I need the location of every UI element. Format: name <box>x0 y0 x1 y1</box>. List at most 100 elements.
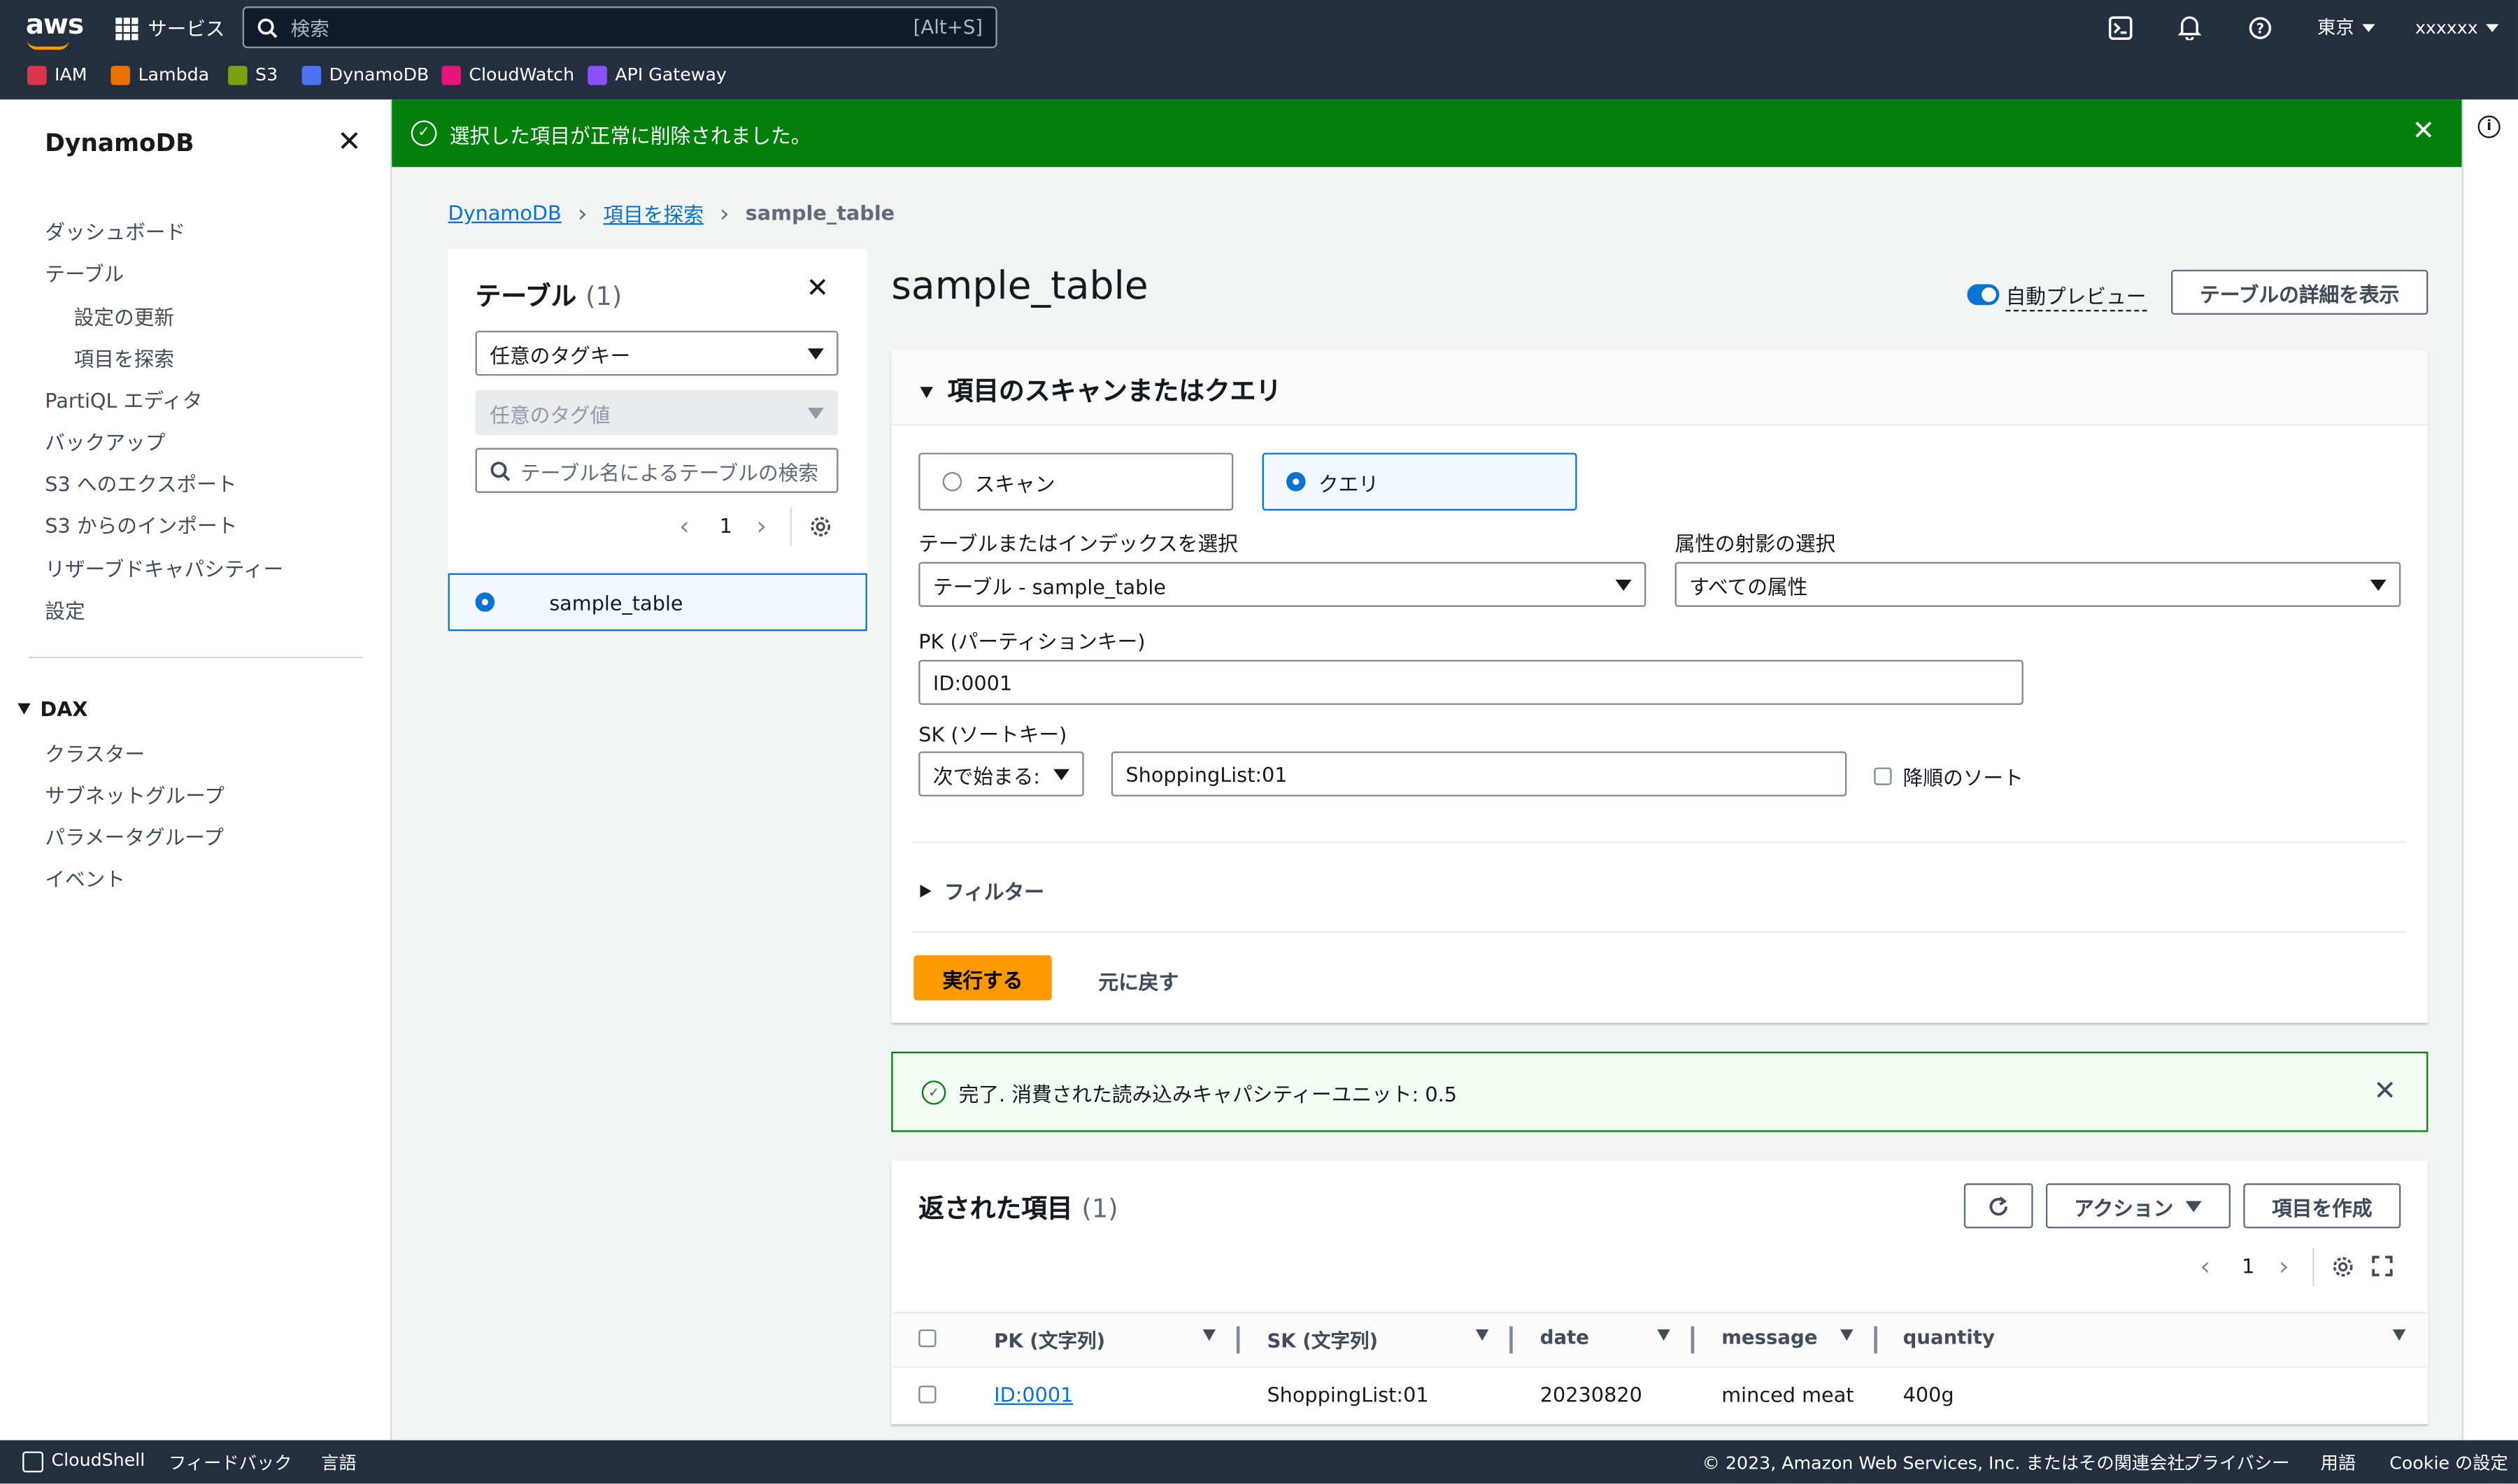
refresh-button[interactable] <box>1963 1183 2033 1229</box>
sidebar-dax-toggle[interactable]: DAX <box>17 697 88 721</box>
cloudshell-icon[interactable] <box>22 1451 43 1473</box>
radio-selected[interactable] <box>475 592 495 612</box>
table-list-item[interactable]: sample_table <box>448 573 867 632</box>
sort-icon[interactable] <box>1475 1329 1489 1341</box>
reset-button[interactable]: 元に戻す <box>1098 965 1179 996</box>
sidebar-item-backups[interactable]: バックアップ <box>45 425 165 456</box>
column-header-pk[interactable]: PK (文字列) <box>994 1326 1105 1353</box>
sk-operator-select[interactable]: 次で始まる: <box>918 751 1084 797</box>
projection-select[interactable]: すべての属性 <box>1674 562 2401 607</box>
column-header-date[interactable]: date <box>1540 1326 1589 1348</box>
bell-icon[interactable] <box>2172 10 2205 45</box>
run-button[interactable]: 実行する <box>913 955 1052 1001</box>
sidebar-item-subnet-groups[interactable]: サブネットグループ <box>45 779 225 810</box>
close-icon[interactable]: ✕ <box>337 125 362 159</box>
sidebar-item-dashboard[interactable]: ダッシュボード <box>45 215 185 246</box>
sort-icon[interactable] <box>1202 1329 1216 1341</box>
favorite-dynamodb[interactable]: DynamoDB <box>301 64 429 85</box>
cloudshell-icon[interactable] <box>2104 10 2136 45</box>
column-resizer[interactable] <box>1509 1326 1512 1354</box>
close-icon[interactable]: ✕ <box>2412 115 2435 148</box>
column-header-sk[interactable]: SK (文字列) <box>1267 1326 1378 1353</box>
sidebar-item-events[interactable]: イベント <box>45 862 125 893</box>
checkbox[interactable] <box>1874 767 1892 785</box>
sort-icon[interactable] <box>1657 1329 1670 1341</box>
footer-language[interactable]: 言語 <box>321 1450 357 1476</box>
favorite-lambda[interactable]: Lambda <box>111 64 209 85</box>
region-selector[interactable]: 東京 <box>2314 10 2378 45</box>
success-flashbar: ✓ 選択した項目が正常に削除されました。 <box>392 99 2462 167</box>
footer-privacy[interactable]: プライバシー <box>2184 1450 2289 1476</box>
footer-cookie-settings[interactable]: Cookie の設定 <box>2389 1450 2508 1476</box>
sidebar-item-settings[interactable]: 設定 <box>45 594 85 625</box>
table-search-input[interactable]: テーブル名によるテーブルの検索 <box>475 448 839 493</box>
query-tile[interactable]: クエリ <box>1262 452 1577 511</box>
sort-icon[interactable] <box>2392 1329 2406 1341</box>
sidebar-item-update-settings[interactable]: 設定の更新 <box>74 300 175 331</box>
favorite-label: DynamoDB <box>329 64 429 85</box>
sidebar-item-explore-items[interactable]: 項目を探索 <box>74 342 175 373</box>
view-table-details-button[interactable]: テーブルの詳細を表示 <box>2171 269 2428 315</box>
scan-query-expander[interactable]: 項目のスキャンまたはクエリ <box>920 369 1281 408</box>
caret-down-icon <box>17 703 31 715</box>
chevron-left-icon[interactable]: ‹ <box>2200 1251 2210 1282</box>
radio-unselected[interactable] <box>942 471 962 492</box>
radio-selected[interactable] <box>1286 471 1306 492</box>
sidebar-item-parameter-groups[interactable]: パラメータグループ <box>45 820 224 851</box>
column-resizer[interactable] <box>1236 1326 1239 1354</box>
filter-expander[interactable]: フィルター <box>920 875 1044 906</box>
sidebar-item-tables[interactable]: テーブル <box>45 257 124 287</box>
sidebar-item-reserved-capacity[interactable]: リザーブドキャパシティー <box>45 552 283 583</box>
row-checkbox[interactable] <box>918 1385 937 1404</box>
chevron-right-icon[interactable]: › <box>756 511 767 541</box>
desc-sort-checkbox[interactable]: 降順のソート <box>1874 761 2023 792</box>
chevron-left-icon[interactable]: ‹ <box>679 511 690 541</box>
close-icon[interactable]: ✕ <box>2373 1076 2396 1108</box>
actions-button[interactable]: アクション <box>2045 1183 2231 1229</box>
favorite-api-gateway[interactable]: API Gateway <box>588 64 727 85</box>
sidebar-item-export-s3[interactable]: S3 へのエクスポート <box>45 467 236 498</box>
gear-icon[interactable] <box>2332 1255 2354 1284</box>
chevron-right-icon[interactable]: › <box>2279 1251 2289 1282</box>
column-resizer[interactable] <box>1874 1326 1877 1354</box>
fullscreen-icon[interactable] <box>2372 1255 2393 1283</box>
column-resizer[interactable] <box>1691 1326 1694 1354</box>
tables-page-number[interactable]: 1 <box>720 514 732 538</box>
auto-preview-toggle[interactable] <box>1967 284 2000 306</box>
breadcrumb-explore-items[interactable]: 項目を探索 <box>603 197 704 228</box>
scan-tile[interactable]: スキャン <box>918 452 1234 511</box>
services-menu[interactable]: サービス <box>115 15 225 42</box>
gear-icon[interactable] <box>809 515 832 544</box>
create-item-button[interactable]: 項目を作成 <box>2243 1183 2401 1229</box>
column-header-message[interactable]: message <box>1721 1326 1817 1348</box>
breadcrumb-dynamodb[interactable]: DynamoDB <box>448 201 562 224</box>
close-icon[interactable]: ✕ <box>806 273 830 305</box>
help-icon[interactable]: ? <box>2243 10 2275 45</box>
tag-key-select[interactable]: 任意のタグキー <box>475 330 839 376</box>
results-page-number[interactable]: 1 <box>2242 1254 2254 1278</box>
cell-date: 20230820 <box>1539 1382 1642 1407</box>
check-circle-icon: ✓ <box>411 120 437 146</box>
table-index-select[interactable]: テーブル - sample_table <box>918 562 1646 607</box>
favorite-cloudwatch[interactable]: CloudWatch <box>441 64 574 85</box>
sidebar-item-clusters[interactable]: クラスター <box>45 737 145 768</box>
footer-feedback[interactable]: フィードバック <box>169 1450 292 1476</box>
favorite-iam[interactable]: IAM <box>27 64 87 85</box>
column-header-quantity[interactable]: quantity <box>1903 1326 1995 1348</box>
footer-cloudshell[interactable]: CloudShell <box>51 1450 145 1471</box>
sidebar-item-partiql-editor[interactable]: PartiQL エディタ <box>45 384 202 415</box>
account-menu[interactable]: xxxxxx <box>2415 10 2499 45</box>
tables-panel-title-text: テーブル <box>475 280 577 312</box>
sort-icon[interactable] <box>1840 1329 1854 1341</box>
select-all-checkbox[interactable] <box>918 1329 937 1348</box>
aws-logo[interactable]: aws <box>26 10 84 42</box>
sk-input[interactable]: ShoppingList:01 <box>1111 751 1847 797</box>
sidebar-item-import-s3[interactable]: S3 からのインポート <box>45 509 237 540</box>
pk-input[interactable]: ID:0001 <box>918 659 2023 705</box>
cell-pk-link[interactable]: ID:0001 <box>994 1383 1073 1406</box>
iam-icon <box>27 64 47 85</box>
favorite-s3[interactable]: S3 <box>228 64 278 85</box>
info-icon[interactable]: i <box>2477 115 2501 138</box>
search-input[interactable]: 検索 [Alt+S] <box>242 6 997 48</box>
footer-terms[interactable]: 用語 <box>2321 1450 2356 1476</box>
